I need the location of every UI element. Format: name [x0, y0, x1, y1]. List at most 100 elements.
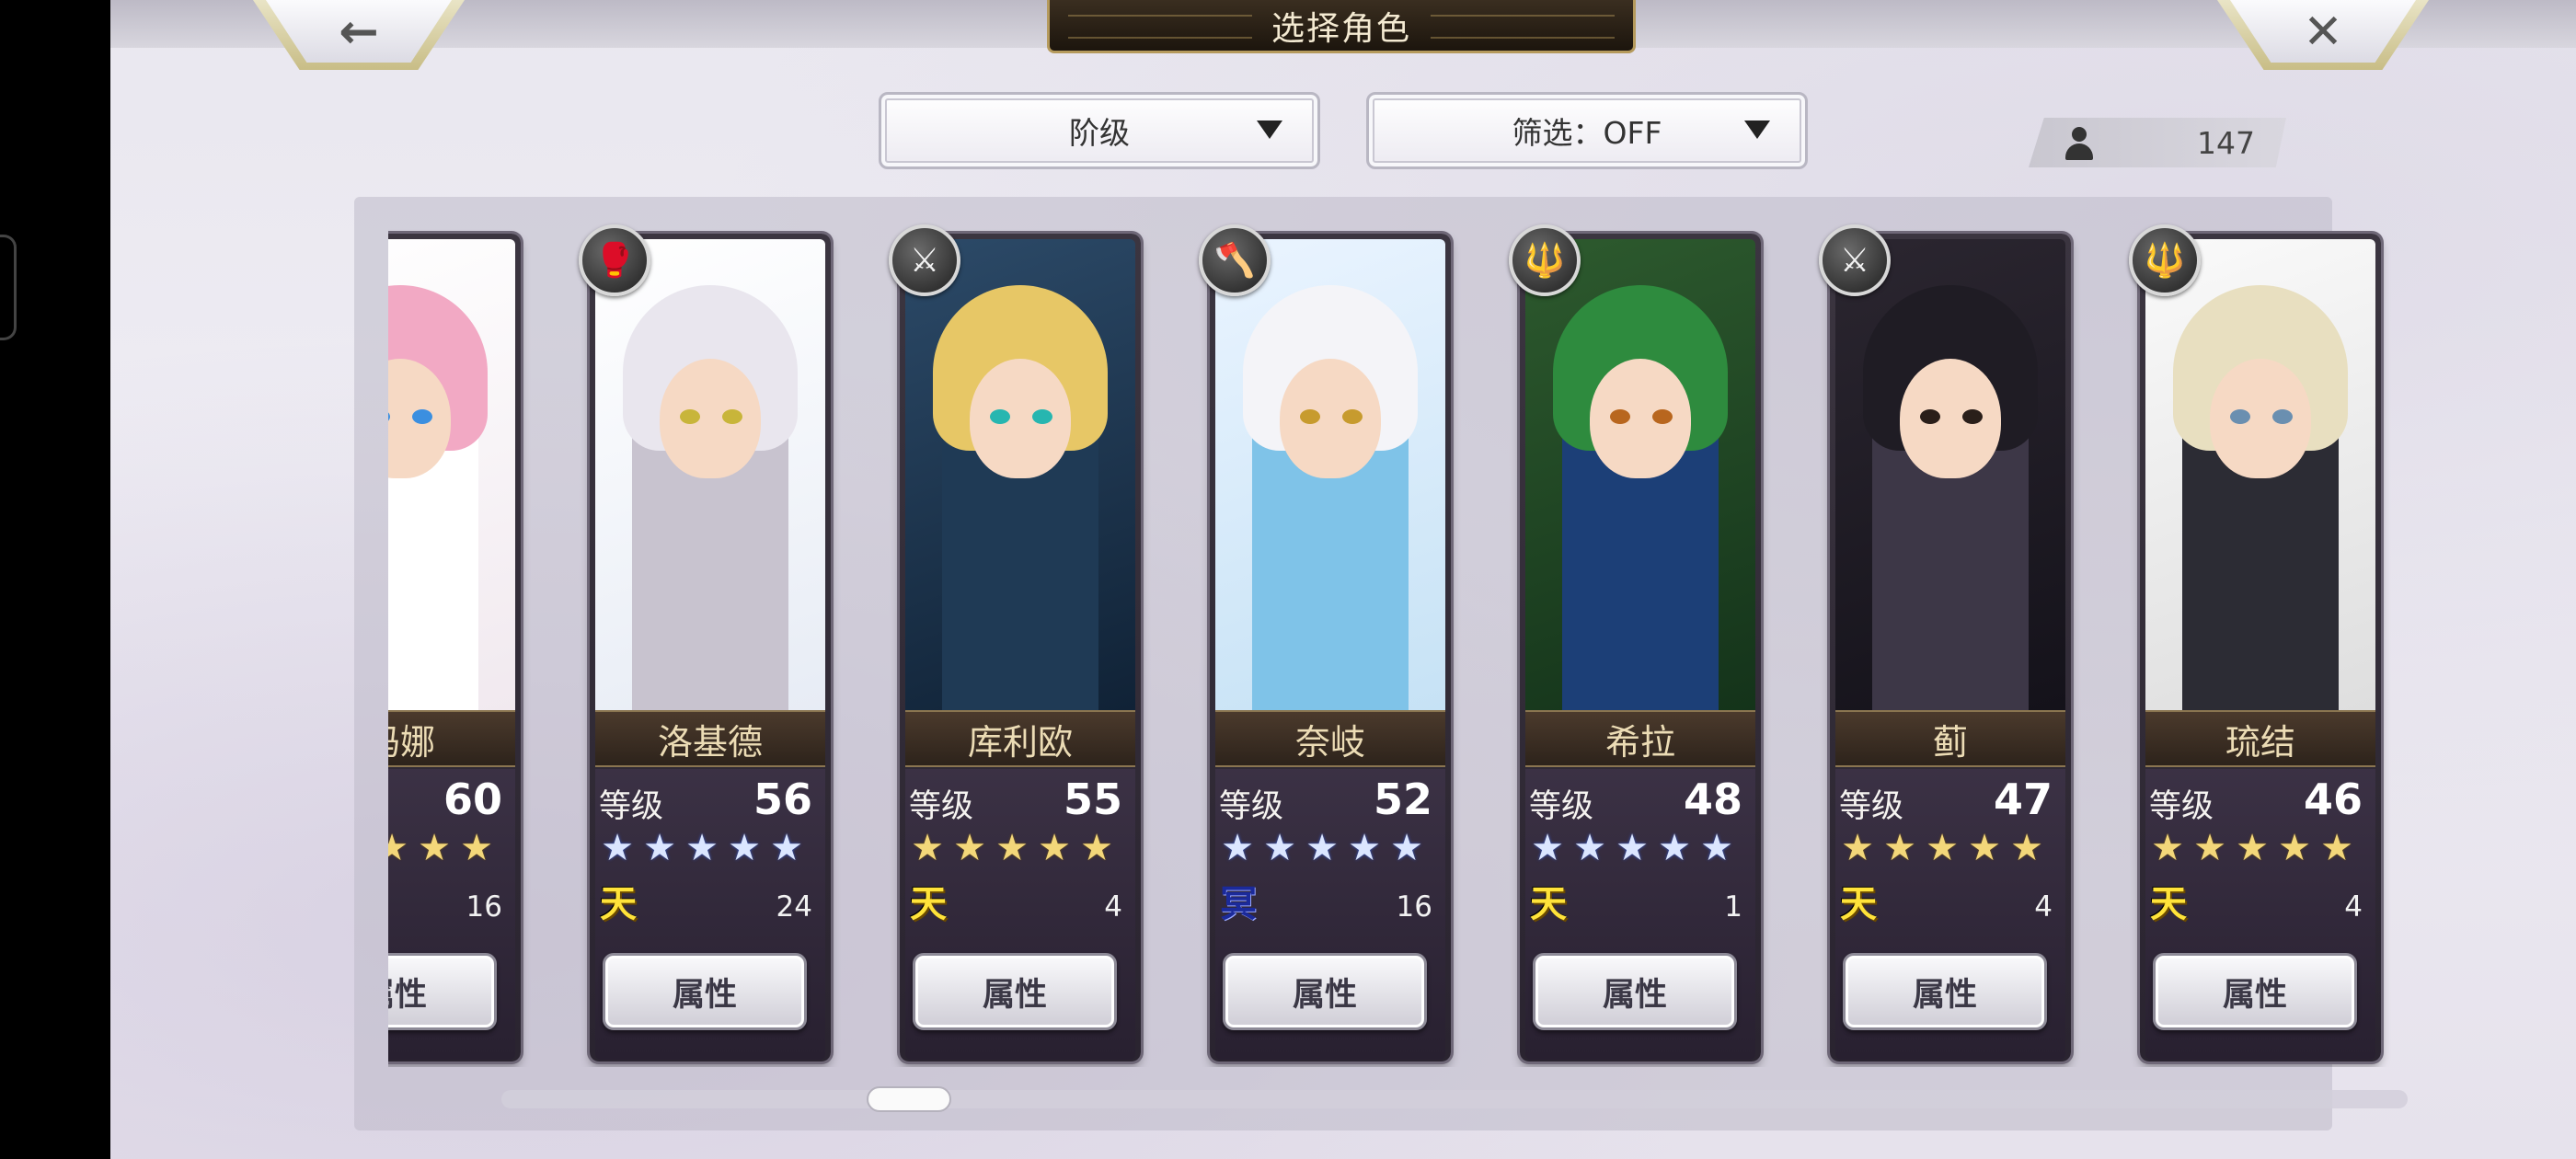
- close-button[interactable]: ✕: [2217, 0, 2429, 70]
- rank-count: 4: [1104, 890, 1122, 924]
- star-rating: ★★★★★: [388, 830, 515, 866]
- character-card[interactable]: 🪓 奈岐 等级 52 ★ ★ ★ ★ ★ 冥 16 属性: [1199, 224, 1451, 1061]
- star-rating: ★★★★★: [905, 830, 1135, 866]
- star-icon: ★: [995, 827, 1029, 869]
- weapon-type-icon: 🪓: [1199, 224, 1271, 296]
- level-value: 56: [753, 775, 812, 824]
- name-bar: 奈岐: [1215, 710, 1445, 767]
- character-card[interactable]: 🔱 琉结 等级 46 ★ ★ ★ ★ ★ 天 4 属性: [2129, 224, 2381, 1061]
- star-icon: ★: [685, 827, 719, 869]
- level-row: 等级 46: [2145, 775, 2375, 825]
- weapon-type-icon: 🔱: [1509, 224, 1581, 296]
- character-info: 等级 55 ★ ★ ★ ★ ★ 天 4 属性: [905, 769, 1135, 1060]
- rank-glyph-icon: 天: [2150, 883, 2187, 925]
- star-icon: ★: [1531, 827, 1564, 869]
- character-portrait: [1835, 239, 2065, 710]
- character-portrait: [388, 239, 515, 710]
- star-icon: ★: [1926, 827, 1959, 869]
- level-row: 等级 56: [595, 775, 825, 825]
- character-card[interactable]: 🥊 洛基德 等级 56 ★ ★ ★ ★ ★ 天 24 属性: [579, 224, 831, 1061]
- rank-count: 16: [466, 890, 502, 924]
- character-card[interactable]: ⚔ 蓟 等级 47 ★ ★ ★ ★ ★ 天 4 属性: [1819, 224, 2071, 1061]
- level-value: 46: [2303, 775, 2363, 824]
- close-icon: ✕: [2303, 5, 2343, 60]
- roster-count-box: 147: [2029, 118, 2286, 167]
- attribute-button-label: 属性: [1602, 976, 1667, 1014]
- title-plate: 选择角色: [1047, 0, 1636, 53]
- user-icon: [2064, 127, 2095, 160]
- level-value: 47: [1993, 775, 2053, 824]
- level-label: 等级: [599, 788, 664, 825]
- star-icon: ★: [1883, 827, 1916, 869]
- star-icon: ★: [1700, 827, 1733, 869]
- character-card[interactable]: 🔱 希拉 等级 48 ★ ★ ★ ★ ★ 天 1 属性: [1509, 224, 1761, 1061]
- character-portrait: [2145, 239, 2375, 710]
- star-icon: ★: [388, 827, 408, 869]
- character-name: 蓟: [1932, 721, 1968, 763]
- attribute-button[interactable]: 属性: [388, 953, 497, 1030]
- character-name: 奈岐: [1294, 721, 1365, 763]
- star-icon: ★: [1080, 827, 1113, 869]
- scrollbar-thumb[interactable]: [867, 1086, 951, 1112]
- level-label: 等级: [1839, 788, 1904, 825]
- name-bar: 琉结: [2145, 710, 2375, 767]
- attribute-button-label: 属性: [2222, 976, 2287, 1014]
- star-icon: ★: [770, 827, 803, 869]
- rank-count: 24: [776, 890, 812, 924]
- rank-count: 4: [2344, 890, 2363, 924]
- level-value: 60: [443, 775, 502, 824]
- level-value: 52: [1373, 775, 1432, 824]
- filter-dropdown-label: 筛选：OFF: [1512, 115, 1662, 151]
- roster-count: 147: [2197, 124, 2255, 161]
- star-icon: ★: [2151, 827, 2184, 869]
- filter-dropdown[interactable]: 筛选：OFF: [1366, 92, 1808, 169]
- character-card[interactable]: ⚔ 库利欧 等级 55 ★ ★ ★ ★ ★ 天 4 属性: [889, 224, 1141, 1061]
- star-icon: ★: [643, 827, 676, 869]
- star-icon: ★: [1616, 827, 1649, 869]
- star-icon: ★: [1390, 827, 1423, 869]
- star-icon: ★: [418, 827, 451, 869]
- attribute-button-label: 属性: [982, 976, 1047, 1014]
- weapon-type-icon: 🥊: [579, 224, 650, 296]
- star-icon: ★: [1968, 827, 2001, 869]
- star-icon: ★: [1221, 827, 1254, 869]
- attribute-button[interactable]: 属性: [913, 953, 1117, 1030]
- character-info: 等级 52 ★ ★ ★ ★ ★ 冥 16 属性: [1215, 769, 1445, 1060]
- attribute-button-label: 属性: [1292, 976, 1357, 1014]
- attribute-button[interactable]: 属性: [1843, 953, 2047, 1030]
- character-list[interactable]: 🏹 玛娜 等级 60 ★★★★★ 天 16 属性: [388, 221, 2403, 1067]
- star-icon: ★: [1305, 827, 1339, 869]
- sort-dropdown[interactable]: 阶级: [879, 92, 1320, 169]
- character-select-screen: ← 选择角色 ✕ 阶级 筛选：OFF 147 🏹: [110, 0, 2576, 1159]
- star-icon: ★: [953, 827, 986, 869]
- rank-glyph-icon: 冥: [1220, 883, 1257, 925]
- back-button[interactable]: ←: [253, 0, 465, 70]
- star-icon: ★: [1658, 827, 1691, 869]
- star-icon: ★: [2320, 827, 2353, 869]
- character-portrait: [595, 239, 825, 710]
- rank-count: 16: [1396, 890, 1432, 924]
- level-row: 等级 48: [1525, 775, 1755, 825]
- name-bar: 库利欧: [905, 710, 1135, 767]
- level-label: 等级: [1529, 788, 1594, 825]
- character-card[interactable]: 🏹 玛娜 等级 60 ★★★★★ 天 16 属性: [388, 234, 521, 1061]
- back-arrow-icon: ←: [339, 5, 379, 60]
- attribute-button[interactable]: 属性: [1533, 953, 1737, 1030]
- attribute-button[interactable]: 属性: [1223, 953, 1427, 1030]
- level-row: 等级 47: [1835, 775, 2065, 825]
- rank-row: 天 4: [1835, 879, 2065, 935]
- star-icon: ★: [2010, 827, 2043, 869]
- attribute-button[interactable]: 属性: [603, 953, 807, 1030]
- star-rating: ★★★★★: [1215, 830, 1445, 866]
- attribute-button[interactable]: 属性: [2153, 953, 2357, 1030]
- name-bar: 蓟: [1835, 710, 2065, 767]
- weapon-type-icon: 🔱: [2129, 224, 2201, 296]
- horizontal-scrollbar[interactable]: [501, 1090, 2408, 1108]
- rank-count: 1: [1724, 890, 1742, 924]
- character-name: 琉结: [2225, 721, 2295, 763]
- character-info: 等级 60 ★★★★★ 天 16 属性: [388, 769, 515, 1060]
- rank-count: 4: [2034, 890, 2053, 924]
- character-name: 希拉: [1604, 721, 1675, 763]
- character-info: 等级 56 ★ ★ ★ ★ ★ 天 24 属性: [595, 769, 825, 1060]
- character-info: 等级 46 ★ ★ ★ ★ ★ 天 4 属性: [2145, 769, 2375, 1060]
